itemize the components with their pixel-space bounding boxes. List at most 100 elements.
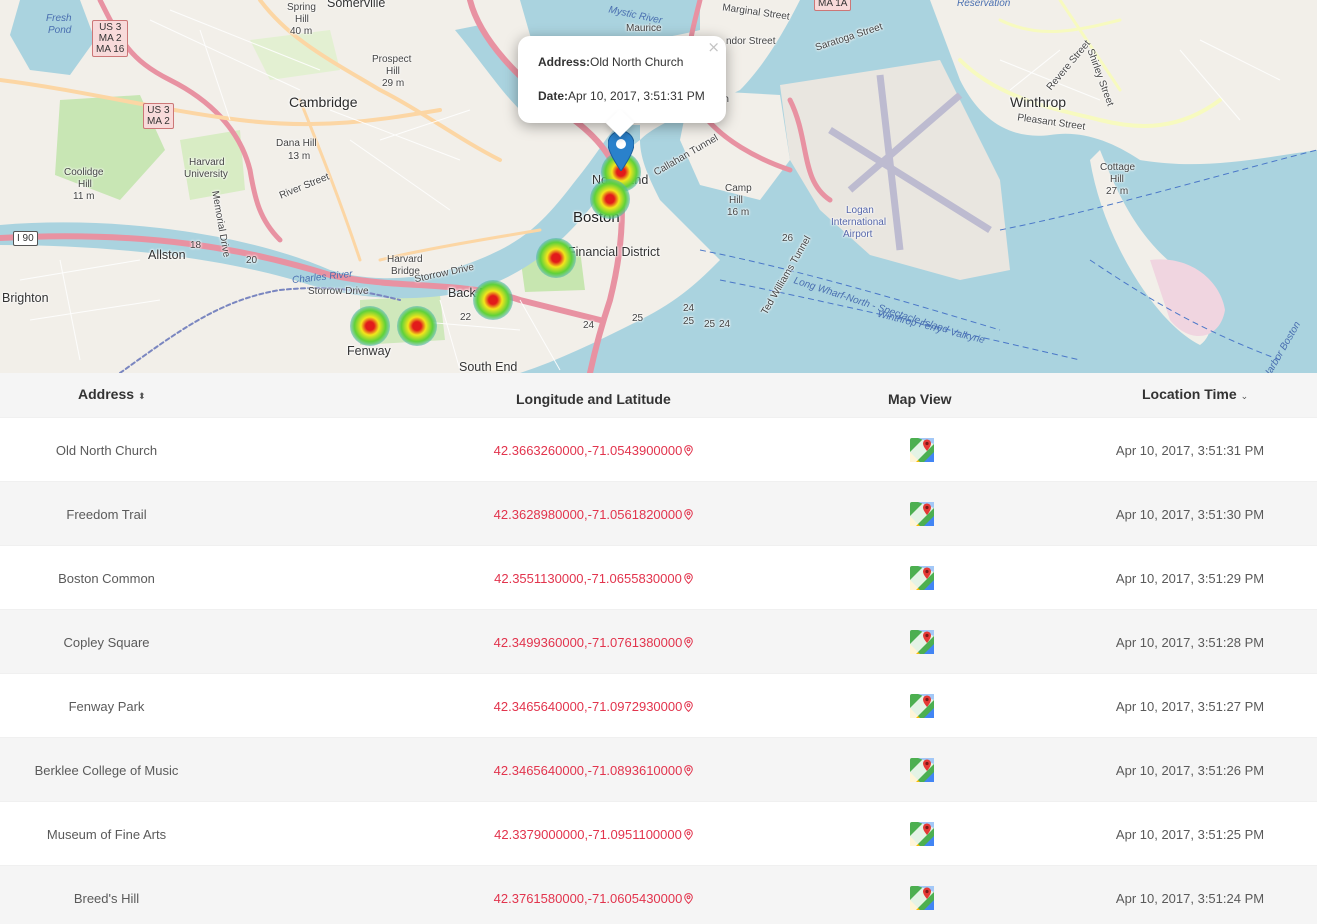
location-time-cell: Apr 10, 2017, 3:51:24 PM (1115, 890, 1265, 906)
google-maps-icon[interactable] (910, 502, 934, 526)
location-time-cell: Apr 10, 2017, 3:51:27 PM (1115, 698, 1265, 714)
heatmap-spot (590, 179, 630, 219)
map-label-harvard-bridge: Harvard (387, 254, 423, 265)
coordinates-link[interactable]: 42.3499360000,-71.0761380000 (400, 610, 787, 674)
popup-address: Address:Old North Church (538, 55, 684, 69)
table-body: Old North Church 42.3663260000,-71.05439… (0, 417, 1317, 924)
address-cell: Old North Church (55, 442, 158, 458)
location-pin-icon (684, 828, 693, 840)
table-row: Museum of Fine Arts 42.3379000000,-71.09… (0, 801, 1317, 865)
table-row: Breed's Hill 42.3761580000,-71.060543000… (0, 865, 1317, 924)
map-label-dana-hill: Dana Hill (276, 138, 317, 149)
map-label-cambridge: Cambridge (289, 94, 358, 110)
map-label-coolidge-hill-3: 11 m (73, 191, 95, 202)
map-label-somerville: Somerville (327, 0, 386, 10)
coordinates-link[interactable]: 42.3379000000,-71.0951100000 (400, 802, 787, 866)
map-label-logan: Logan (846, 205, 874, 216)
google-maps-icon[interactable] (910, 566, 934, 590)
map-label-winthrop: Winthrop (1010, 94, 1067, 110)
location-pin-icon (684, 892, 694, 904)
location-pin-icon (684, 764, 694, 776)
map-label-cottage-hill: Cottage (1100, 162, 1136, 173)
location-pin-icon (684, 700, 694, 712)
map-label-exit-26: 26 (782, 233, 794, 244)
table-row: Freedom Trail 42.3628980000,-71.05618200… (0, 481, 1317, 545)
location-table: Address ⬍ Longitude and Latitude Map View… (0, 373, 1317, 924)
route-shield-i90: I 90 (13, 231, 38, 246)
map-label-fresh-pond: Fresh (46, 13, 72, 24)
column-header-location-time[interactable]: Location Time ⌄ (1142, 386, 1248, 402)
google-maps-icon[interactable] (910, 630, 934, 654)
map-marker-pin-icon[interactable] (608, 131, 634, 171)
location-time-cell: Apr 10, 2017, 3:51:29 PM (1115, 570, 1265, 586)
map-label-cottage-hill-3: 27 m (1106, 186, 1129, 197)
map-label-fenway: Fenway (347, 344, 391, 358)
map-label-exit-24: 24 (683, 303, 695, 314)
map-label-condor-street: ndor Street (726, 36, 776, 47)
map-label-logan-3: Airport (843, 229, 873, 240)
map-label-logan-2: International (831, 217, 887, 228)
coordinates-link[interactable]: 42.3465640000,-71.0893610000 (400, 738, 787, 802)
coordinates-link[interactable]: 42.3465640000,-71.0972930000 (400, 674, 787, 738)
popup-close-button[interactable]: × (707, 38, 720, 56)
popup-date: Date:Apr 10, 2017, 3:51:31 PM (538, 89, 705, 103)
google-maps-icon[interactable] (910, 886, 934, 910)
heatmap-spot (350, 306, 390, 346)
google-maps-icon[interactable] (910, 694, 934, 718)
location-time-cell: Apr 10, 2017, 3:51:26 PM (1115, 762, 1265, 778)
map-label-exit-24c: 24 (583, 320, 595, 331)
map-label-prospect-hill-2: Hill (386, 66, 400, 77)
sort-icon[interactable]: ⬍ (138, 391, 146, 401)
location-time-cell: Apr 10, 2017, 3:51:28 PM (1115, 634, 1265, 650)
map-label-camp-hill: Camp (725, 183, 752, 194)
address-cell: Fenway Park (68, 698, 145, 714)
location-pin-icon (684, 508, 694, 520)
map-label-coolidge-hill-2: Hill (78, 179, 92, 190)
table-row: Boston Common 42.3551130000,-71.06558300… (0, 545, 1317, 609)
map-label-prospect-hill: Prospect (372, 54, 412, 65)
map-label-camp-hill-2: Hill (729, 195, 743, 206)
coordinates-link[interactable]: 42.3628980000,-71.0561820000 (400, 482, 787, 546)
map-label-exit-24b: 24 (719, 319, 731, 330)
address-cell: Museum of Fine Arts (46, 826, 167, 842)
column-header-coordinates: Longitude and Latitude (516, 391, 671, 407)
map-label-spring-hill-2: Hill (295, 14, 309, 25)
table-row: Old North Church 42.3663260000,-71.05439… (0, 417, 1317, 481)
map-view[interactable]: Somerville Spring Hill 40 m Fresh Pond U… (0, 0, 1317, 373)
address-cell: Copley Square (63, 634, 150, 650)
map-label-prospect-hill-3: 29 m (382, 78, 405, 89)
column-header-address[interactable]: Address ⬍ (78, 386, 146, 402)
map-label-harvard-university-2: University (184, 169, 228, 180)
route-shield-us3-b: US 3 MA 2 (143, 103, 174, 129)
location-pin-icon (684, 572, 693, 584)
google-maps-icon[interactable] (910, 438, 934, 462)
marker-popup: × Address:Old North Church Date:Apr 10, … (518, 36, 726, 123)
map-label-south-end: South End (459, 360, 518, 373)
map-label-spring-hill-3: 40 m (290, 26, 313, 37)
google-maps-icon[interactable] (910, 758, 934, 782)
map-label-allston: Allston (148, 248, 186, 262)
map-label-coolidge-hill: Coolidge (64, 167, 104, 178)
heatmap-spot (536, 238, 576, 278)
location-time-cell: Apr 10, 2017, 3:51:31 PM (1115, 442, 1265, 458)
map-label-fresh-pond-2: Pond (48, 25, 72, 36)
map-label-harvard-university: Harvard (189, 157, 225, 168)
coordinates-link[interactable]: 42.3761580000,-71.0605430000 (400, 866, 787, 924)
table-row: Copley Square 42.3499360000,-71.07613800… (0, 609, 1317, 673)
address-cell: Boston Common (58, 570, 155, 586)
address-cell: Berklee College of Music (34, 762, 179, 778)
heatmap-spot (473, 280, 513, 320)
route-shield-ma1a: MA 1A (814, 0, 852, 11)
sort-desc-icon[interactable]: ⌄ (1241, 391, 1249, 401)
table-row: Berklee College of Music 42.3465640000,-… (0, 737, 1317, 801)
coordinates-link[interactable]: 42.3551130000,-71.0655830000 (400, 546, 787, 610)
map-label-financial-district: Financial District (568, 245, 660, 259)
map-label-exit-18: 18 (190, 240, 202, 251)
google-maps-icon[interactable] (910, 822, 934, 846)
heatmap-spot (397, 306, 437, 346)
map-label-dana-hill-2: 13 m (288, 151, 311, 162)
map-label-reservation: Reservation (957, 0, 1011, 9)
coordinates-link[interactable]: 42.3663260000,-71.0543900000 (400, 418, 787, 482)
map-label-brighton: Brighton (2, 291, 49, 305)
map-label-exit-25b: 25 (704, 319, 716, 330)
